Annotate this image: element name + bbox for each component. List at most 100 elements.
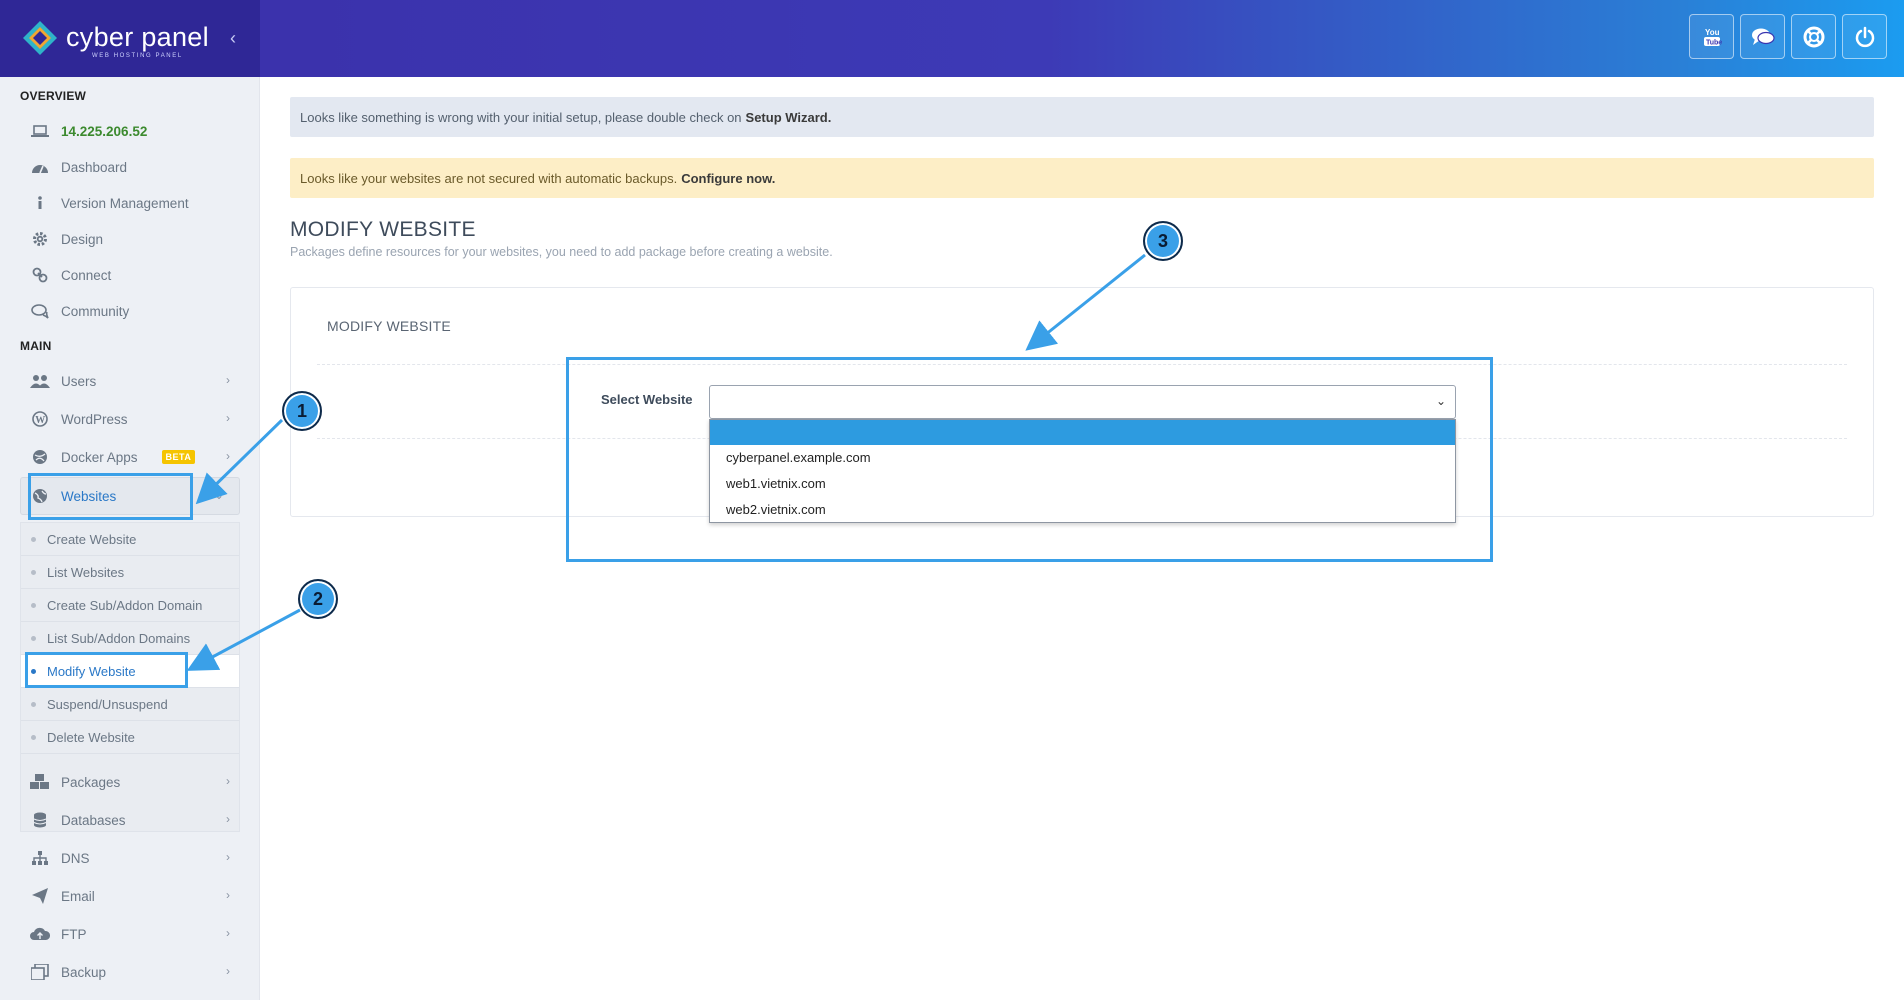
cubes-icon	[30, 774, 50, 790]
chat-icon	[1751, 28, 1775, 45]
logout-button[interactable]	[1842, 14, 1887, 59]
chevron-right-icon: ›	[226, 774, 230, 788]
sidebar-item-dashboard[interactable]: Dashboard	[30, 155, 230, 179]
sidebar-item-label: Community	[61, 303, 130, 319]
submenu-label: Create Sub/Addon Domain	[47, 597, 203, 613]
submenu-label: Create Website	[47, 531, 137, 547]
sidebar-item-label: Docker Apps	[61, 449, 138, 465]
annotation-badge: 1	[282, 391, 322, 431]
support-icon	[1803, 26, 1824, 47]
backup-alert-text: Looks like your websites are not secured…	[300, 170, 678, 186]
sidebar-item-packages[interactable]: Packages ›	[30, 770, 230, 794]
sidebar-item-server-ip[interactable]: 14.225.206.52	[30, 119, 230, 143]
comments-icon	[30, 303, 50, 319]
paper-plane-icon	[30, 888, 50, 904]
submenu-list-sub-addon-domains[interactable]: List Sub/Addon Domains	[21, 622, 239, 655]
bullet-icon	[31, 570, 36, 575]
submenu-label: List Websites	[47, 564, 125, 580]
chat-button[interactable]	[1740, 14, 1785, 59]
sidebar-item-label: DNS	[61, 850, 90, 866]
sidebar-item-backup[interactable]: Backup ›	[30, 960, 230, 984]
annotation-badge: 3	[1143, 221, 1183, 261]
cloud-upload-icon	[30, 926, 50, 942]
chevron-right-icon: ›	[226, 373, 230, 387]
sidebar-collapse-button[interactable]: ‹	[230, 28, 236, 49]
sidebar-item-label: Connect	[61, 267, 112, 283]
annotation-badge: 2	[298, 579, 338, 619]
laptop-icon	[30, 123, 50, 139]
submenu-create-sub-addon-domain[interactable]: Create Sub/Addon Domain	[21, 589, 239, 622]
setup-alert: Looks like something is wrong with your …	[290, 97, 1874, 137]
logo-area: cyber panel WEB HOSTING PANEL ‹	[0, 0, 260, 77]
power-icon	[1855, 26, 1874, 47]
annotation-highlight-select-website	[566, 357, 1493, 562]
info-icon	[30, 195, 50, 211]
docker-icon	[30, 449, 50, 465]
bullet-icon	[31, 735, 36, 740]
annotation-highlight-websites	[28, 473, 193, 520]
sidebar-item-label: 14.225.206.52	[61, 123, 148, 139]
logo-subtext: WEB HOSTING PANEL	[92, 53, 183, 59]
submenu-suspend-unsuspend[interactable]: Suspend/Unsuspend	[21, 688, 239, 721]
sidebar-item-docker-apps[interactable]: Docker Apps BETA ›	[30, 445, 230, 469]
header-toolbar: You Tube	[1689, 14, 1887, 59]
cyberpanel-logo-icon	[23, 21, 57, 55]
gear-icon	[30, 231, 50, 247]
sidebar-item-community[interactable]: Community	[30, 299, 230, 323]
setup-wizard-link[interactable]: Setup Wizard.	[746, 110, 832, 125]
page-title: MODIFY WEBSITE	[290, 218, 476, 241]
bullet-icon	[31, 603, 36, 608]
svg-text:W: W	[35, 415, 45, 426]
backup-alert: Looks like your websites are not secured…	[290, 158, 1874, 198]
sidebar-item-databases[interactable]: Databases ›	[30, 808, 230, 832]
youtube-button[interactable]: You Tube	[1689, 14, 1734, 59]
chevron-right-icon: ›	[226, 888, 230, 902]
sidebar-item-label: Packages	[61, 774, 121, 790]
svg-text:Tube: Tube	[1706, 39, 1722, 46]
bullet-icon	[31, 537, 36, 542]
sidebar-item-connect[interactable]: Connect	[30, 263, 230, 287]
dashboard-icon	[30, 159, 50, 175]
submenu-delete-website[interactable]: Delete Website	[21, 721, 239, 754]
users-icon	[30, 373, 50, 389]
annotation-highlight-modify-website	[25, 652, 188, 688]
sidebar-item-design[interactable]: Design	[30, 227, 230, 251]
link-icon	[30, 267, 50, 283]
sidebar-item-version-management[interactable]: Version Management	[30, 191, 230, 215]
top-header: cyber panel WEB HOSTING PANEL ‹ You Tube	[0, 0, 1904, 77]
submenu-list-websites[interactable]: List Websites	[21, 556, 239, 589]
sidebar-item-label: Design	[61, 231, 104, 247]
sidebar-item-label: Databases	[61, 812, 126, 828]
page-subtitle: Packages define resources for your websi…	[290, 245, 833, 259]
sidebar-item-users[interactable]: Users ›	[30, 369, 230, 393]
sitemap-icon	[30, 850, 50, 866]
chevron-right-icon: ›	[226, 926, 230, 940]
sidebar-item-label: FTP	[61, 926, 87, 942]
chevron-right-icon: ›	[226, 850, 230, 864]
sidebar: OVERVIEW 14.225.206.52 Dashboard Version…	[0, 77, 260, 1000]
sidebar-item-email[interactable]: Email ›	[30, 884, 230, 908]
submenu-label: List Sub/Addon Domains	[47, 630, 191, 646]
chevron-right-icon: ›	[226, 411, 230, 425]
submenu-label: Delete Website	[47, 729, 135, 745]
bullet-icon	[31, 702, 36, 707]
sidebar-item-label: Dashboard	[61, 159, 128, 175]
sidebar-item-wordpress[interactable]: W WordPress ›	[30, 407, 230, 431]
panel-title: MODIFY WEBSITE	[327, 318, 451, 334]
sidebar-item-ftp[interactable]: FTP ›	[30, 922, 230, 946]
section-label-overview: OVERVIEW	[20, 89, 87, 103]
bullet-icon	[31, 636, 36, 641]
chevron-right-icon: ›	[226, 449, 230, 463]
cyberpanel-app: cyber panel WEB HOSTING PANEL ‹ You Tube	[0, 0, 1904, 1000]
submenu-label: Suspend/Unsuspend	[47, 696, 168, 712]
youtube-icon: You Tube	[1703, 28, 1722, 46]
sidebar-item-label: Users	[61, 373, 97, 389]
chevron-right-icon: ›	[226, 812, 230, 826]
submenu-create-website[interactable]: Create Website	[21, 523, 239, 556]
configure-now-link[interactable]: Configure now.	[681, 171, 775, 186]
chevron-down-icon: ⌄	[213, 488, 224, 502]
section-label-main: MAIN	[20, 339, 52, 353]
support-button[interactable]	[1791, 14, 1836, 59]
sidebar-item-dns[interactable]: DNS ›	[30, 846, 230, 870]
setup-alert-text: Looks like something is wrong with your …	[300, 109, 742, 125]
